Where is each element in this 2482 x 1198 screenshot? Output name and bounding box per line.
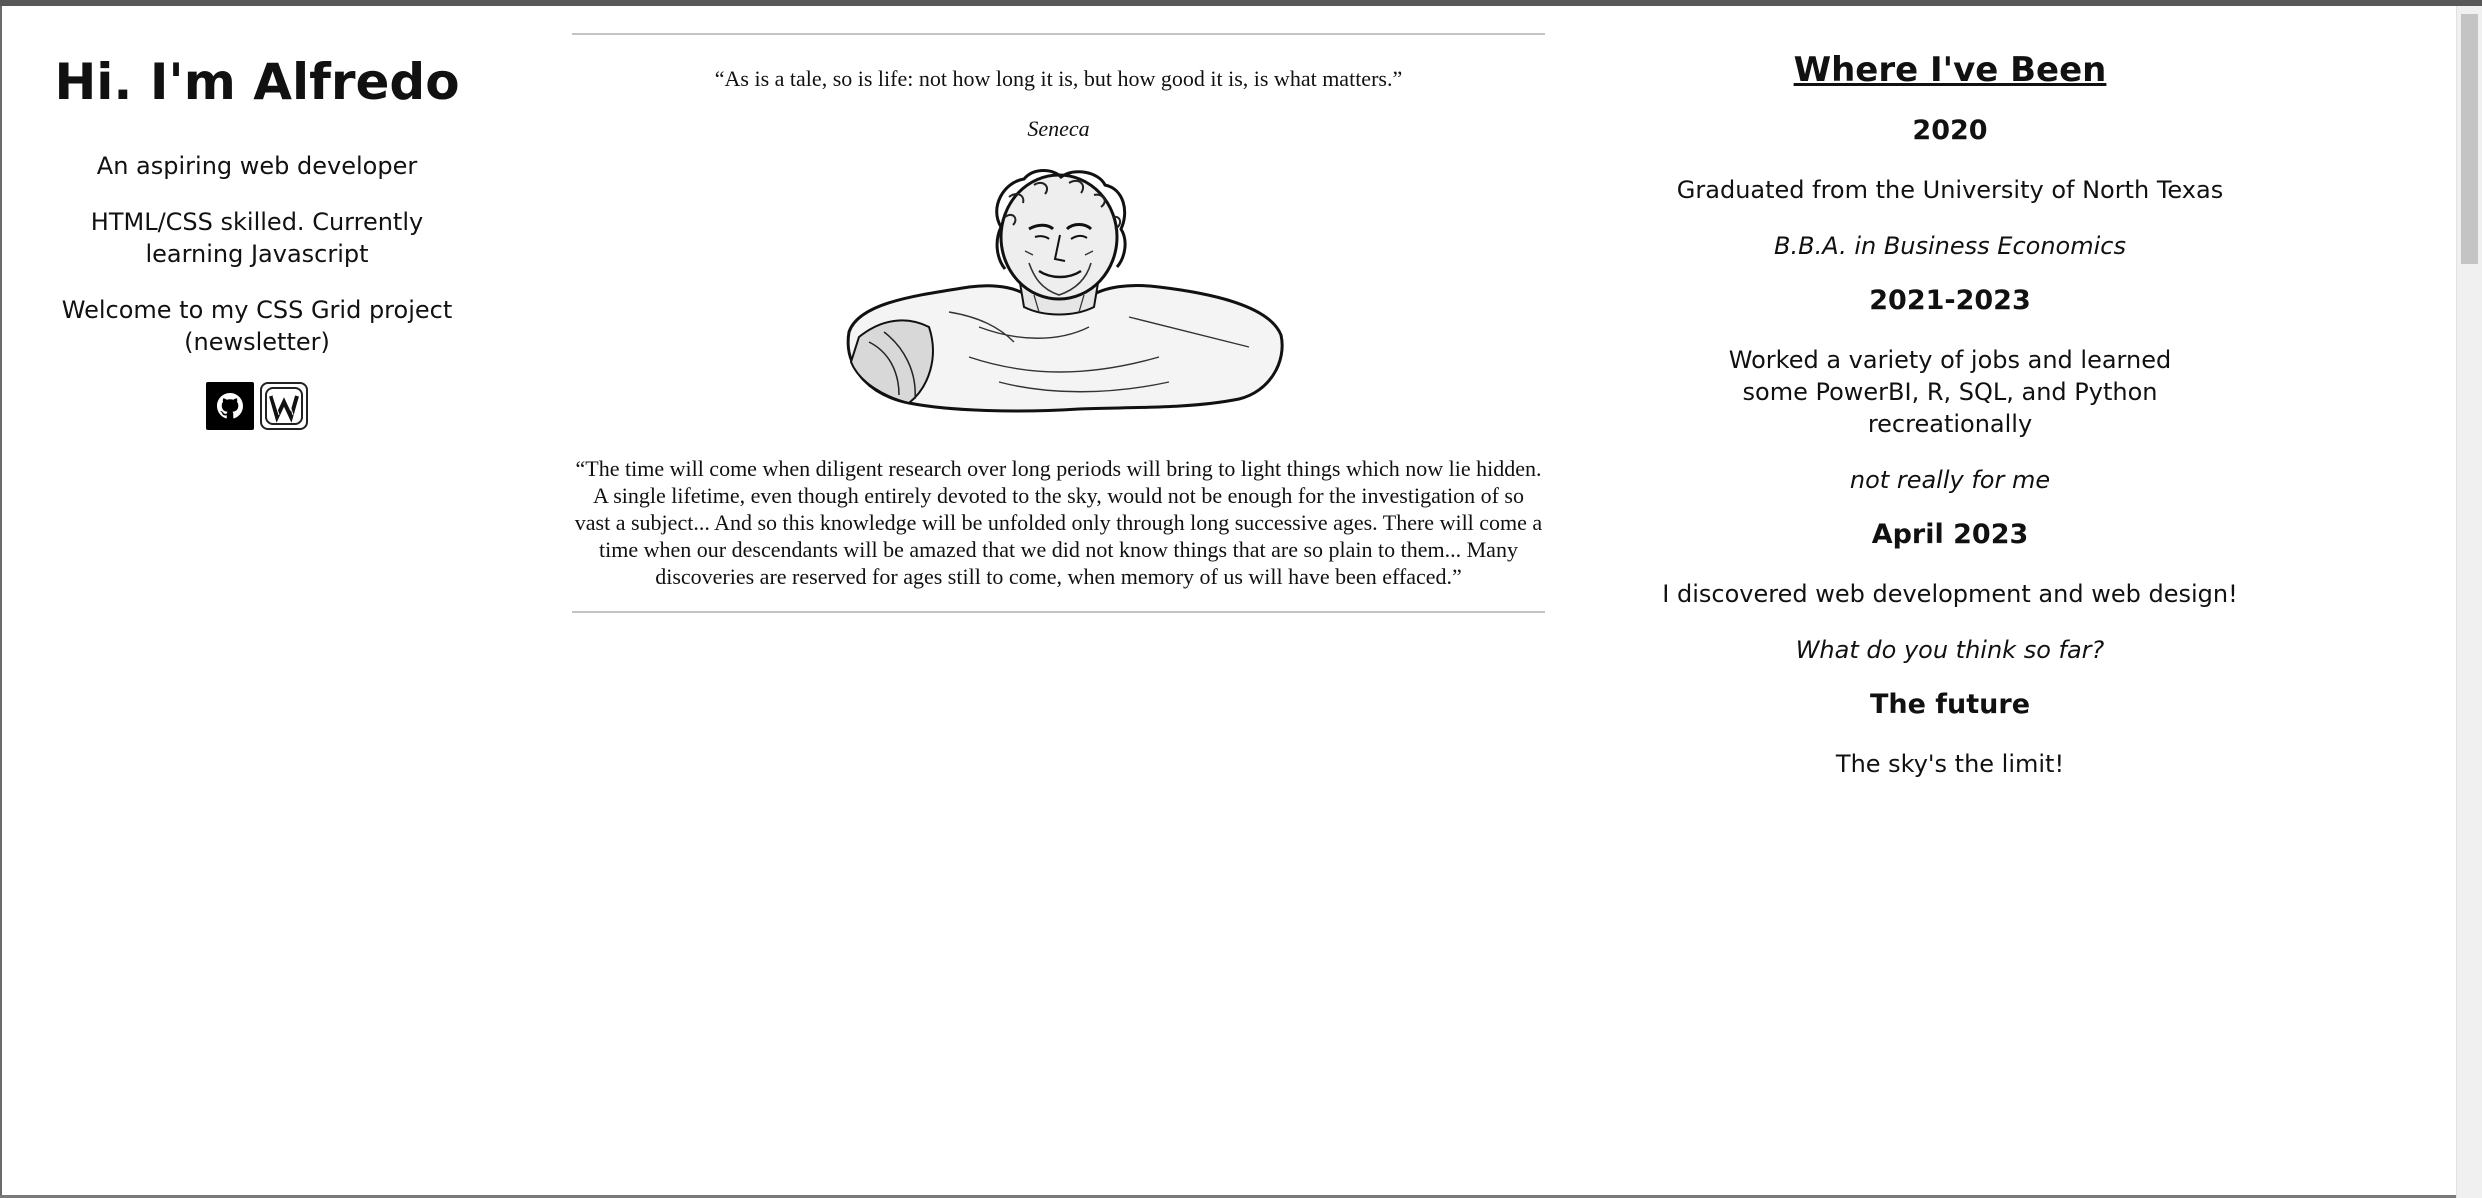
- timeline-year: The future: [1869, 689, 2031, 720]
- welcome-text: Welcome to my CSS Grid project (newslett…: [61, 296, 453, 356]
- page-title: Hi. I'm Alfredo: [54, 53, 460, 111]
- timeline-column: Where I've Been 2020 Graduated from the …: [1618, 6, 2282, 780]
- long-quote: “The time will come when diligent resear…: [574, 456, 1543, 589]
- github-link[interactable]: [206, 382, 254, 430]
- timeline-note: What do you think so far?: [1795, 636, 2105, 664]
- timeline-year: 2021-2023: [1869, 285, 2031, 316]
- social-links: [10, 382, 504, 430]
- timeline-note: not really for me: [1849, 466, 2051, 494]
- timeline-text: The sky's the limit!: [1835, 750, 2065, 778]
- bottom-divider: [572, 611, 1545, 613]
- timeline-year: April 2023: [1871, 519, 2029, 550]
- seneca-bust-image: [846, 169, 1284, 413]
- short-quote: “As is a tale, so is life: not how long …: [714, 66, 1403, 91]
- wordpress-icon: [265, 387, 303, 425]
- scrollbar-thumb[interactable]: [2461, 14, 2478, 264]
- vertical-scrollbar[interactable]: [2456, 6, 2482, 1198]
- timeline-text: Graduated from the University of North T…: [1676, 176, 2224, 204]
- tagline: An aspiring web developer: [96, 152, 418, 180]
- top-divider: [572, 33, 1545, 35]
- github-icon: [217, 393, 243, 419]
- quote-column: “As is a tale, so is life: not how long …: [572, 6, 1545, 613]
- timeline-note: B.B.A. in Business Economics: [1774, 232, 2126, 260]
- timeline-year: 2020: [1912, 115, 1988, 146]
- timeline-text: Worked a variety of jobs and learned som…: [1728, 346, 2172, 438]
- quote-author: Seneca: [1027, 116, 1090, 141]
- timeline-heading: Where I've Been: [1793, 50, 2107, 90]
- timeline-text: I discovered web development and web des…: [1662, 580, 2238, 608]
- intro-column: Hi. I'm Alfredo An aspiring web develope…: [10, 6, 504, 430]
- skills-text: HTML/CSS skilled. Currently learning Jav…: [90, 208, 424, 268]
- window-left-border: [0, 6, 2, 1198]
- wordpress-link[interactable]: [260, 382, 308, 430]
